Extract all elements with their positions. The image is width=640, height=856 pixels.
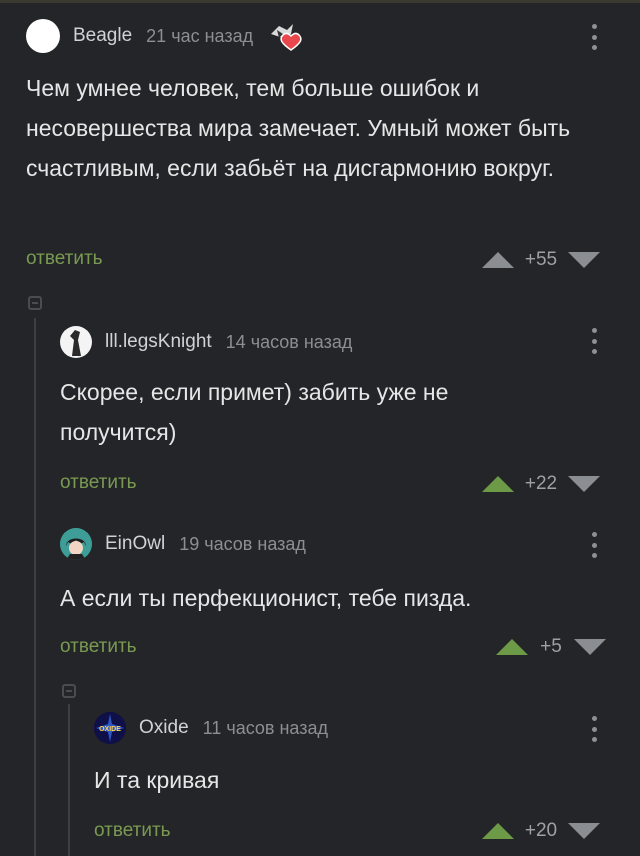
author-name[interactable]: lll.legsKnight (105, 331, 212, 353)
more-options-icon[interactable] (586, 22, 602, 52)
comment-header: Beagle 21 час назад (26, 16, 303, 56)
downvote-icon[interactable] (574, 639, 606, 655)
upvote-icon[interactable] (482, 823, 514, 839)
avatar-logo-text: OXIDE (99, 726, 121, 733)
vote-controls: +22 (482, 469, 600, 499)
author-name[interactable]: Oxide (139, 717, 189, 739)
comment-time[interactable]: 21 час назад (146, 26, 253, 47)
downvote-icon[interactable] (568, 823, 600, 839)
comment-time[interactable]: 14 часов назад (226, 332, 353, 353)
comment-header: lll.legsKnight 14 часов назад (60, 322, 352, 362)
comment-time[interactable]: 11 часов назад (203, 718, 328, 739)
author-name[interactable]: Beagle (73, 25, 132, 47)
vote-controls: +20 (482, 816, 600, 846)
thread-line-level2 (68, 704, 70, 856)
reply-button[interactable]: ответить (26, 248, 103, 270)
comment: Beagle 21 час назад Чем умнее человек, т… (0, 0, 640, 280)
score: +20 (524, 820, 558, 841)
score: +55 (524, 249, 558, 270)
more-options-icon[interactable] (586, 326, 602, 356)
score: +22 (524, 473, 558, 494)
reply-button[interactable]: ответить (60, 472, 137, 494)
upvote-icon[interactable] (496, 639, 528, 655)
collapse-thread-button[interactable] (62, 684, 76, 698)
comment-text: Чем умнее человек, тем больше ошибок и н… (26, 75, 571, 181)
comment-text: Скорее, если примет) забить уже не получ… (60, 379, 449, 445)
more-options-icon[interactable] (586, 714, 602, 744)
comment-header: OXIDE Oxide 11 часов назад (94, 708, 328, 748)
avatar[interactable] (60, 326, 92, 358)
reply-button[interactable]: ответить (60, 636, 137, 658)
comment-text: А если ты перфекционист, тебе пизда. (60, 585, 472, 611)
heart-award-icon[interactable] (267, 20, 303, 52)
comment-header: EinOwl 19 часов назад (60, 524, 306, 564)
downvote-icon[interactable] (568, 252, 600, 268)
downvote-icon[interactable] (568, 476, 600, 492)
score: +5 (540, 636, 562, 657)
upvote-icon[interactable] (482, 476, 514, 492)
vote-controls: +55 (482, 245, 600, 275)
avatar[interactable]: OXIDE (94, 712, 126, 744)
thread-line-level1 (34, 318, 36, 856)
avatar[interactable] (26, 19, 60, 53)
author-name[interactable]: EinOwl (105, 533, 165, 555)
more-options-icon[interactable] (586, 530, 602, 560)
vote-controls: +5 (496, 632, 606, 662)
upvote-icon[interactable] (482, 252, 514, 268)
comment-time[interactable]: 19 часов назад (179, 534, 306, 555)
reply-button[interactable]: ответить (94, 820, 171, 842)
avatar[interactable] (60, 528, 92, 560)
comment-text: И та кривая (94, 767, 220, 793)
collapse-thread-button[interactable] (28, 296, 42, 310)
